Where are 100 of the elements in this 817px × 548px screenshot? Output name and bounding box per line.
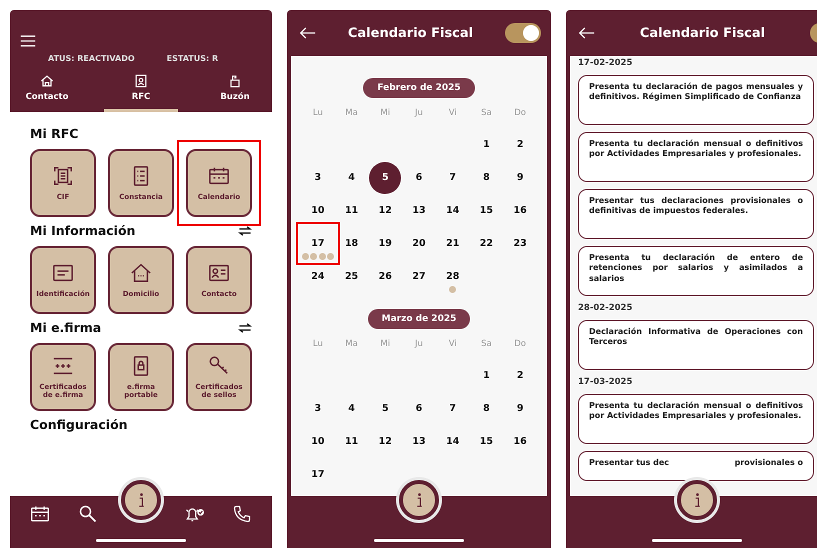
weekday-label: Do <box>513 108 528 120</box>
weekday-label: Ju <box>414 339 424 351</box>
weekday-label: Do <box>513 339 528 351</box>
event-card[interactable]: Declaración Informativa de Operaciones con Terceros <box>578 320 814 370</box>
calendar-day[interactable]: 6 <box>408 401 430 416</box>
menu-icon[interactable] <box>20 34 36 48</box>
weekday-label: Sa <box>480 339 493 351</box>
weekday-label: Lu <box>312 339 324 351</box>
calendar-day[interactable]: 5 <box>374 401 396 416</box>
status-label: ATUS: REACTIVADO <box>48 54 135 63</box>
calendar-day[interactable]: 20 <box>408 236 430 251</box>
calendar-day[interactable]: 22 <box>475 236 498 251</box>
calendar-day[interactable]: 2 <box>509 137 532 152</box>
calendar-day[interactable]: 16 <box>509 434 532 449</box>
calendar-day[interactable]: 8 <box>475 170 498 185</box>
nav-tab[interactable]: Contacto <box>10 73 84 112</box>
weekday-label: Ma <box>344 108 359 120</box>
month-label: Febrero de 2025 <box>363 78 475 98</box>
section-title: Mi RFC <box>30 126 78 141</box>
calendar-day[interactable]: 17 <box>306 467 329 482</box>
calendar-day[interactable]: 6 <box>408 170 430 185</box>
calendar-day[interactable]: 8 <box>475 401 498 416</box>
event-card[interactable]: Presenta tu declaración mensual o definitivos por Actividades Empresariales y profesionales. <box>578 394 814 444</box>
calendar-day[interactable]: 9 <box>509 401 532 416</box>
calendar-day[interactable]: 1 <box>475 137 498 152</box>
event-text: Presentar tus dec <box>589 458 670 469</box>
calendar-day[interactable]: 18 <box>340 236 363 251</box>
info-button[interactable] <box>399 480 439 520</box>
key-icon <box>208 354 230 377</box>
calendar-day[interactable]: 28 <box>442 269 464 284</box>
event-text: provisionales o <box>734 458 803 469</box>
calendar-day[interactable]: 1 <box>475 368 498 383</box>
info-button[interactable] <box>121 480 161 520</box>
calendar-day[interactable]: 11 <box>340 203 363 218</box>
calendar-day[interactable]: 12 <box>374 203 396 218</box>
weekday-label: Mi <box>379 339 392 351</box>
weekday-label: Sa <box>480 108 493 120</box>
section-title: Mi e.firma <box>30 320 102 335</box>
calendar-icon[interactable] <box>30 504 50 524</box>
back-arrow-icon[interactable] <box>299 27 316 39</box>
calendar-day[interactable]: 26 <box>374 269 396 284</box>
calendar-day[interactable]: 3 <box>306 170 329 185</box>
weekday-label: Ju <box>414 108 424 120</box>
toggle-switch[interactable] <box>505 23 541 43</box>
calendar-day[interactable]: 27 <box>408 269 430 284</box>
event-card[interactable]: Presentar tus declaraciones provisionales o definitivas de impuestos federales. <box>578 189 814 239</box>
calendar-day[interactable]: 7 <box>442 170 464 185</box>
calendar-day[interactable]: 13 <box>408 203 430 218</box>
id-badge-icon <box>133 73 149 89</box>
calendar-day[interactable]: 14 <box>442 434 464 449</box>
calendar-day[interactable]: 23 <box>509 236 532 251</box>
calendar-day[interactable]: 17 <box>306 236 329 251</box>
calendar-day[interactable]: 4 <box>340 170 363 185</box>
calendar-day[interactable]: 15 <box>475 434 498 449</box>
calendar-day[interactable]: 14 <box>442 203 464 218</box>
info-button[interactable] <box>677 480 717 520</box>
phone-icon[interactable] <box>232 504 252 524</box>
calendar-day[interactable]: 16 <box>509 203 532 218</box>
event-card[interactable]: Presenta tu declaración mensual o definitivos por Actividades Empresariales y profesionales. <box>578 132 814 182</box>
weekday-label: Lu <box>312 108 324 120</box>
house-icon <box>39 73 55 89</box>
info-icon <box>692 491 702 509</box>
event-date: 28-02-2025 <box>578 303 634 313</box>
calendar-day[interactable]: 19 <box>374 236 396 251</box>
calendar-day[interactable]: 24 <box>306 269 329 284</box>
screen-title: Calendario Fiscal <box>346 26 474 40</box>
calendar-day[interactable]: 3 <box>306 401 329 416</box>
calendar-day[interactable]: 15 <box>475 203 498 218</box>
event-card[interactable]: Presenta tu declaración de entero de retenciones por salarios y asimilados a salarios <box>578 246 814 296</box>
calendar-day[interactable]: 10 <box>306 434 329 449</box>
calendar-day[interactable]: 13 <box>408 434 430 449</box>
calendar-day[interactable]: 2 <box>509 368 532 383</box>
calendar-day[interactable]: 12 <box>374 434 396 449</box>
search-icon[interactable] <box>78 504 98 524</box>
event-card[interactable]: Presenta tu declaración de pagos mensuales y definitivos. Régimen Simplificado de Confianza <box>578 75 814 125</box>
weekday-label: Mi <box>379 108 392 120</box>
weekday-label: Vi <box>448 108 458 120</box>
back-arrow-icon[interactable] <box>578 27 595 39</box>
nav-tab[interactable]: Buzón <box>198 73 272 112</box>
info-icon <box>136 491 146 509</box>
swap-arrows-icon[interactable] <box>238 224 252 236</box>
weekday-label: Vi <box>448 339 458 351</box>
calendar-day[interactable]: 25 <box>340 269 363 284</box>
calendar-day[interactable]: 4 <box>340 401 363 416</box>
calendar-day[interactable]: 7 <box>442 401 464 416</box>
calendar-day[interactable]: 5 <box>369 162 402 194</box>
scan-document-icon <box>52 164 74 187</box>
swap-arrows-icon[interactable] <box>238 322 252 334</box>
event-date: 17-02-2025 <box>578 58 634 68</box>
event-card[interactable]: Presentar tus dec provisionales o <box>578 451 814 481</box>
house-icon <box>130 262 152 284</box>
calendar-day[interactable]: 10 <box>306 203 329 218</box>
status-label: ESTATUS: R <box>166 54 218 63</box>
calendar-day[interactable]: 21 <box>442 236 464 251</box>
calendar-day[interactable]: 11 <box>340 434 363 449</box>
screen-title: Calendario Fiscal <box>638 26 766 40</box>
calendar-day[interactable]: 9 <box>509 170 532 185</box>
month-label: Marzo de 2025 <box>368 309 470 329</box>
info-icon <box>414 491 424 509</box>
event-date: 17-03-2025 <box>578 377 634 387</box>
